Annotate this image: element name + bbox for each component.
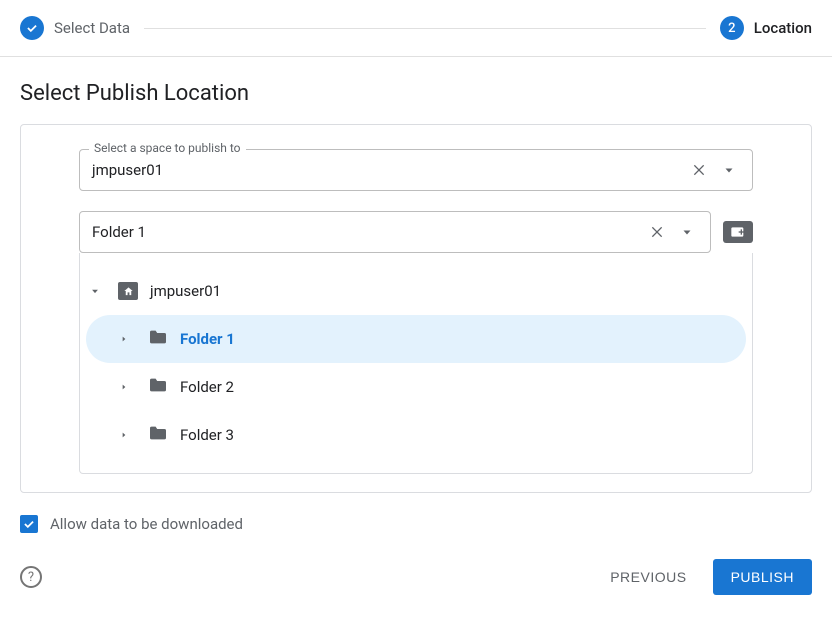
step-2-label: Location (754, 19, 812, 37)
folder-select[interactable]: Folder 1 (79, 211, 711, 253)
stepper: Select Data 2 Location (0, 0, 832, 57)
previous-button[interactable]: Previous (592, 559, 704, 595)
chevron-right-icon[interactable] (120, 382, 136, 392)
space-select[interactable]: jmpuser01 (79, 149, 753, 191)
chevron-right-icon[interactable] (120, 430, 136, 440)
help-icon[interactable]: ? (20, 566, 42, 588)
clear-icon[interactable] (646, 221, 668, 243)
footer: ? Previous Publish (0, 549, 832, 611)
chevron-down-icon[interactable] (676, 221, 698, 243)
page-title: Select Publish Location (20, 81, 812, 106)
add-folder-button[interactable] (723, 221, 753, 243)
home-icon (118, 282, 138, 300)
space-field-legend: Select a space to publish to (89, 141, 246, 155)
space-value: jmpuser01 (92, 161, 688, 179)
folder-tree: jmpuser01 Folder 1 (79, 253, 753, 474)
chevron-right-icon[interactable] (120, 334, 136, 344)
tree-item[interactable]: Folder 3 (80, 411, 752, 459)
folder-icon (148, 377, 168, 397)
folder-icon (148, 425, 168, 445)
step-1-label: Select Data (54, 19, 130, 37)
space-field: Select a space to publish to jmpuser01 (79, 149, 753, 191)
tree-root-label: jmpuser01 (150, 282, 221, 300)
clear-icon[interactable] (688, 159, 710, 181)
step-divider (144, 28, 706, 29)
publish-panel: Select a space to publish to jmpuser01 (20, 124, 812, 493)
folder-icon (148, 329, 168, 349)
tree-root[interactable]: jmpuser01 (80, 267, 752, 315)
publish-button[interactable]: Publish (713, 559, 812, 595)
download-checkbox[interactable] (20, 515, 38, 533)
check-icon (20, 16, 44, 40)
step-2-number: 2 (720, 16, 744, 40)
folder-value: Folder 1 (92, 223, 646, 241)
chevron-down-icon[interactable] (718, 159, 740, 181)
download-checkbox-row: Allow data to be downloaded (20, 515, 812, 533)
step-1[interactable]: Select Data (20, 16, 130, 40)
folder-field: Folder 1 (79, 211, 753, 474)
tree-item[interactable]: Folder 1 (86, 315, 746, 363)
download-checkbox-label: Allow data to be downloaded (50, 515, 243, 533)
tree-item[interactable]: Folder 2 (80, 363, 752, 411)
chevron-down-icon[interactable] (90, 286, 106, 296)
tree-item-label: Folder 2 (180, 378, 234, 396)
tree-item-label: Folder 3 (180, 426, 234, 444)
tree-item-label: Folder 1 (180, 330, 235, 348)
step-2[interactable]: 2 Location (720, 16, 812, 40)
